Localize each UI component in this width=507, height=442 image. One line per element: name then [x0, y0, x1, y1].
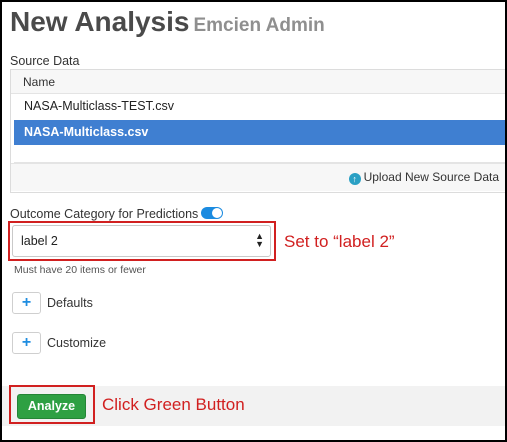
defaults-label: Defaults: [47, 296, 93, 310]
source-data-label: Source Data: [10, 54, 80, 68]
new-analysis-panel: New Analysis Emcien Admin Source Data Nam…: [2, 2, 505, 440]
upload-new-source-link[interactable]: ↑ Upload New Source Data: [348, 170, 499, 185]
name-column-header[interactable]: Name: [11, 70, 505, 94]
annotation-button-note: Click Green Button: [102, 395, 245, 414]
select-updown-icon: ▲ ▼: [255, 231, 264, 249]
outcome-toggle[interactable]: [201, 207, 224, 219]
expand-customize-button[interactable]: +: [12, 332, 41, 354]
customize-label: Customize: [47, 336, 107, 350]
file-row-selected[interactable]: NASA-Multiclass.csv: [14, 120, 505, 145]
outcome-category-select[interactable]: label 2 ▲ ▼: [12, 225, 271, 257]
upload-circle-icon: ↑: [348, 173, 361, 185]
upload-link-label: Upload New Source Data: [363, 170, 499, 184]
annotation-select-note: Set to “label 2”: [284, 232, 395, 251]
upload-bar: ↑ Upload New Source Data: [11, 163, 505, 191]
page-title-text: New Analysis: [10, 6, 190, 37]
page-subtitle: Emcien Admin: [193, 15, 325, 36]
outcome-category-text: Outcome Category for Predictions: [10, 207, 199, 221]
expand-defaults-button[interactable]: +: [12, 292, 41, 314]
analyze-button[interactable]: Analyze: [17, 394, 86, 419]
file-row[interactable]: NASA-Multiclass-TEST.csv: [14, 94, 505, 119]
plus-icon: +: [21, 334, 32, 351]
toggle-knob: [212, 208, 223, 218]
helper-text: Must have 20 items or fewer: [14, 264, 146, 276]
page-title: New Analysis Emcien Admin: [10, 6, 325, 38]
select-value: label 2: [21, 234, 58, 248]
source-data-table: Name NASA-Multiclass-TEST.csv NASA-Multi…: [10, 69, 505, 193]
file-row-empty: [14, 146, 505, 163]
plus-icon: +: [21, 294, 32, 311]
outcome-category-label: Outcome Category for Predictions: [10, 207, 224, 221]
